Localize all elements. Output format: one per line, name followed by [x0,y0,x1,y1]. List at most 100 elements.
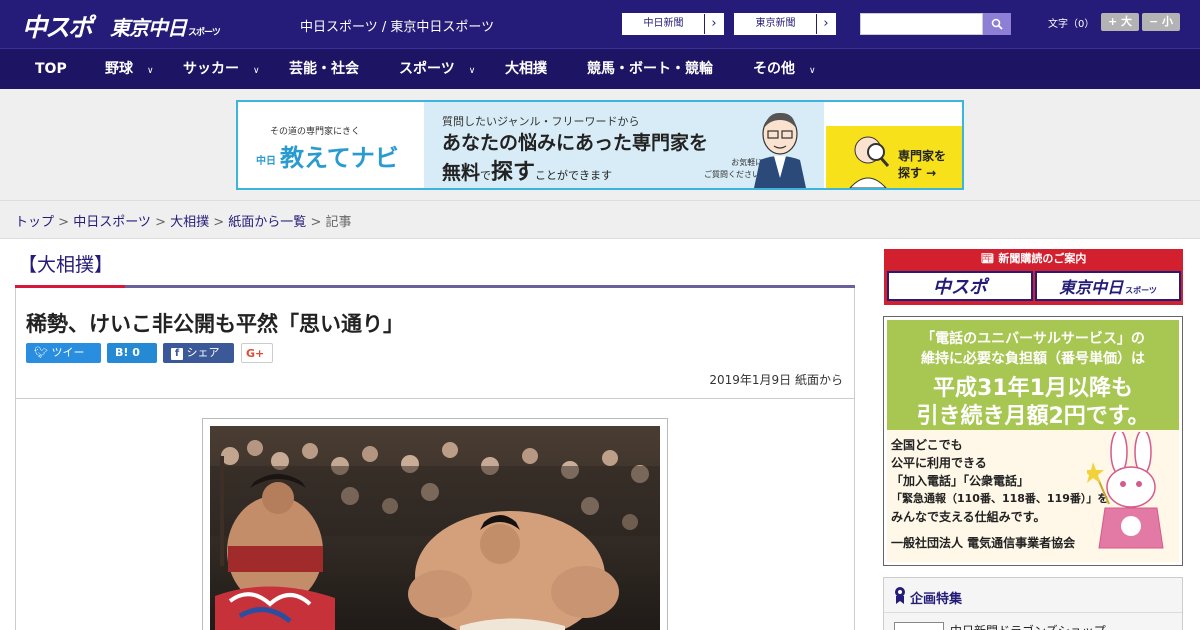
ad-search: 探す [491,160,536,185]
breadcrumb-sep: > [54,215,74,230]
breadcrumb-trail: トップ > 中日スポーツ > 大相撲 > 紙面から一覧 > 記事 [15,211,352,230]
nav-sports[interactable]: スポーツ ∨ [399,49,475,90]
ad-cta[interactable]: 専門家を探す → [826,126,962,188]
feature-section: 企画特集 中日新聞ドラゴンズショップ [883,577,1183,630]
font-size-label: 文字（0） [1048,19,1095,30]
hatena-icon: B! [115,346,129,359]
nav-baseball[interactable]: 野球 ∨ [105,49,154,90]
rabbit-mascot-icon [1087,432,1164,549]
chevron-down-icon: ∨ [809,66,816,76]
universal-ad-inner: 「電話のユニバーサルサービス」の 維持に必要な負担額（番号単価）は 平成31年1… [887,320,1179,562]
oshiete-navi-ad[interactable]: その道の専門家にきく 中日 教えてナビ 質問したいジャンル・フリーワードから あな… [236,100,964,190]
univ-body-line: 「緊急通報（110番、118番、119番）」を [891,492,1109,505]
univ-line: 「電話のユニバーサルサービス」の [921,331,1145,347]
ad-brand-name: 中日 教えてナビ [256,138,399,173]
nav-entertainment[interactable]: 芸能・社会 [289,49,359,90]
tokyo-shimbun-link[interactable]: 東京新聞 › [734,13,836,35]
search-input[interactable] [860,13,983,35]
feature-divider [884,612,1182,613]
univ-line: 引き続き月額2円です。 [916,404,1150,429]
subscription-title: 新聞購読のご案内 [998,252,1087,265]
chunichi-shimbun-link[interactable]: 中日新聞 › [622,13,724,35]
article-divider [16,398,854,399]
ad-brand-prefix: 中日 [256,155,276,167]
ext-link-label: 東京新聞 [735,14,817,34]
fb-share-label: シェア [186,346,220,359]
expert-illustration [754,112,806,188]
nav-label: サッカー [183,61,239,77]
ad-cta-line1: 専門家を [898,149,947,163]
nav-label: 競馬・ボート・競輪 [587,61,713,77]
ad-cta-line2: 探す → [898,166,937,180]
tokyo-chunichi-logo[interactable]: 東京中日 スポーツ [110,12,221,41]
ad-brand: その道の専門家にきく 中日 教えてナビ [238,102,424,188]
ad-copy-line1: 質問したいジャンル・フリーワードから [442,115,640,128]
tokyo-logo-sub: スポーツ [188,28,221,38]
chuspo-logo[interactable]: 中スポ [22,8,93,44]
univ-sponsor: 一般社団法人 電気通信事業者協会 [891,536,1076,550]
breadcrumb-paper-list[interactable]: 紙面から一覧 [228,215,306,230]
feature-thumbnail[interactable] [894,622,944,630]
hatena-count: 0 [132,346,140,359]
font-smaller-button[interactable]: − 小 [1142,13,1180,31]
breadcrumb-top[interactable]: トップ [15,215,54,230]
subscribe-tokyo-sub: スポーツ [1125,286,1157,295]
univ-body-line: みんなで支える仕組みです。 [891,510,1046,524]
search-icon [991,18,1003,30]
breadcrumb-chunichi-sports[interactable]: 中日スポーツ [73,215,151,230]
breadcrumb: トップ > 中日スポーツ > 大相撲 > 紙面から一覧 > 記事 [0,200,1200,239]
main-nav: TOP 野球 ∨ サッカー ∨ 芸能・社会 スポーツ ∨ 大相撲 競馬・ボート・競輪 … [0,48,1200,89]
hatena-bookmark-button[interactable]: B! 0 [107,343,157,363]
breadcrumb-sep: > [306,215,326,230]
nav-label: その他 [753,61,795,77]
fb-share-count: 0 [171,366,178,379]
breadcrumb-current: 記事 [325,215,352,230]
subscribe-tokyo-button[interactable]: 東京中日 スポーツ [1035,271,1181,301]
nav-label: 大相撲 [505,61,547,77]
sumo-photo-image [210,426,660,630]
nav-label: スポーツ [399,61,455,77]
universal-service-ad[interactable]: 「電話のユニバーサルサービス」の 維持に必要な負担額（番号単価）は 平成31年1… [883,316,1183,566]
univ-body-line: 「加入電話」「公衆電話」 [891,474,1030,488]
top-header: 中スポ 東京中日 スポーツ 中日スポーツ / 東京中日スポーツ 中日新聞 › 東京… [0,0,1200,48]
nav-other[interactable]: その他 ∨ [753,49,816,90]
nav-label: 芸能・社会 [289,61,359,77]
universal-ad-bottom: 全国どこでも 公平に利用できる 「加入電話」「公衆電話」 「緊急通報（110番、… [887,430,1179,562]
nav-sumo[interactable]: 大相撲 [505,49,547,90]
subscribe-tokyo-label: 東京中日 [1059,278,1124,297]
nav-top[interactable]: TOP [35,49,67,90]
tweet-button[interactable]: 🐦︎ ツイート [26,343,101,379]
nav-label: 野球 [105,61,133,77]
chevron-right-icon: › [823,16,829,31]
breadcrumb-sep: > [209,215,229,230]
newspaper-icon: 📰︎ [980,252,999,265]
article-headline: 稀勢、けいこ非公開も平然「思い通り」 [26,312,404,336]
breadcrumb-sumo[interactable]: 大相撲 [170,215,209,230]
ribbon-icon [895,587,905,604]
nav-label: TOP [35,61,67,77]
tokyo-logo-text: 東京中日 [110,16,187,40]
banner-area: その道の専門家にきく 中日 教えてナビ 質問したいジャンル・フリーワードから あな… [0,89,1200,200]
subscribe-chuspo-button[interactable]: 中スポ [887,271,1033,301]
article-photo[interactable] [210,426,660,630]
feature-title: 企画特集 [910,592,963,607]
chevron-down-icon: ∨ [253,66,260,76]
search-button[interactable] [983,13,1011,35]
article-category: 【大相撲】 [18,254,114,276]
ext-link-label: 中日新聞 [623,14,705,34]
facebook-share-button[interactable]: f シェア 0 [163,343,234,379]
nav-racing[interactable]: 競馬・ボート・競輪 [587,49,713,90]
feature-item-link[interactable]: 中日新聞ドラゴンズショップ [950,622,1106,630]
ad-brand-caption: その道の専門家にきく [270,127,361,137]
chevron-down-icon: ∨ [147,66,154,76]
font-larger-button[interactable]: + 大 [1101,13,1139,31]
univ-body-line: 公平に利用できる [891,456,987,470]
google-plus-button[interactable]: G+ [241,343,273,363]
ad-free: 無料 [442,162,481,184]
article-date: 2019年1月9日 紙面から [709,373,843,387]
site-tagline: 中日スポーツ / 東京中日スポーツ [300,20,495,35]
ad-copy-line3: 無料で探すことができます [442,154,612,186]
chevron-right-icon: › [711,16,717,31]
nav-soccer[interactable]: サッカー ∨ [183,49,260,90]
facebook-icon: f [171,348,183,360]
